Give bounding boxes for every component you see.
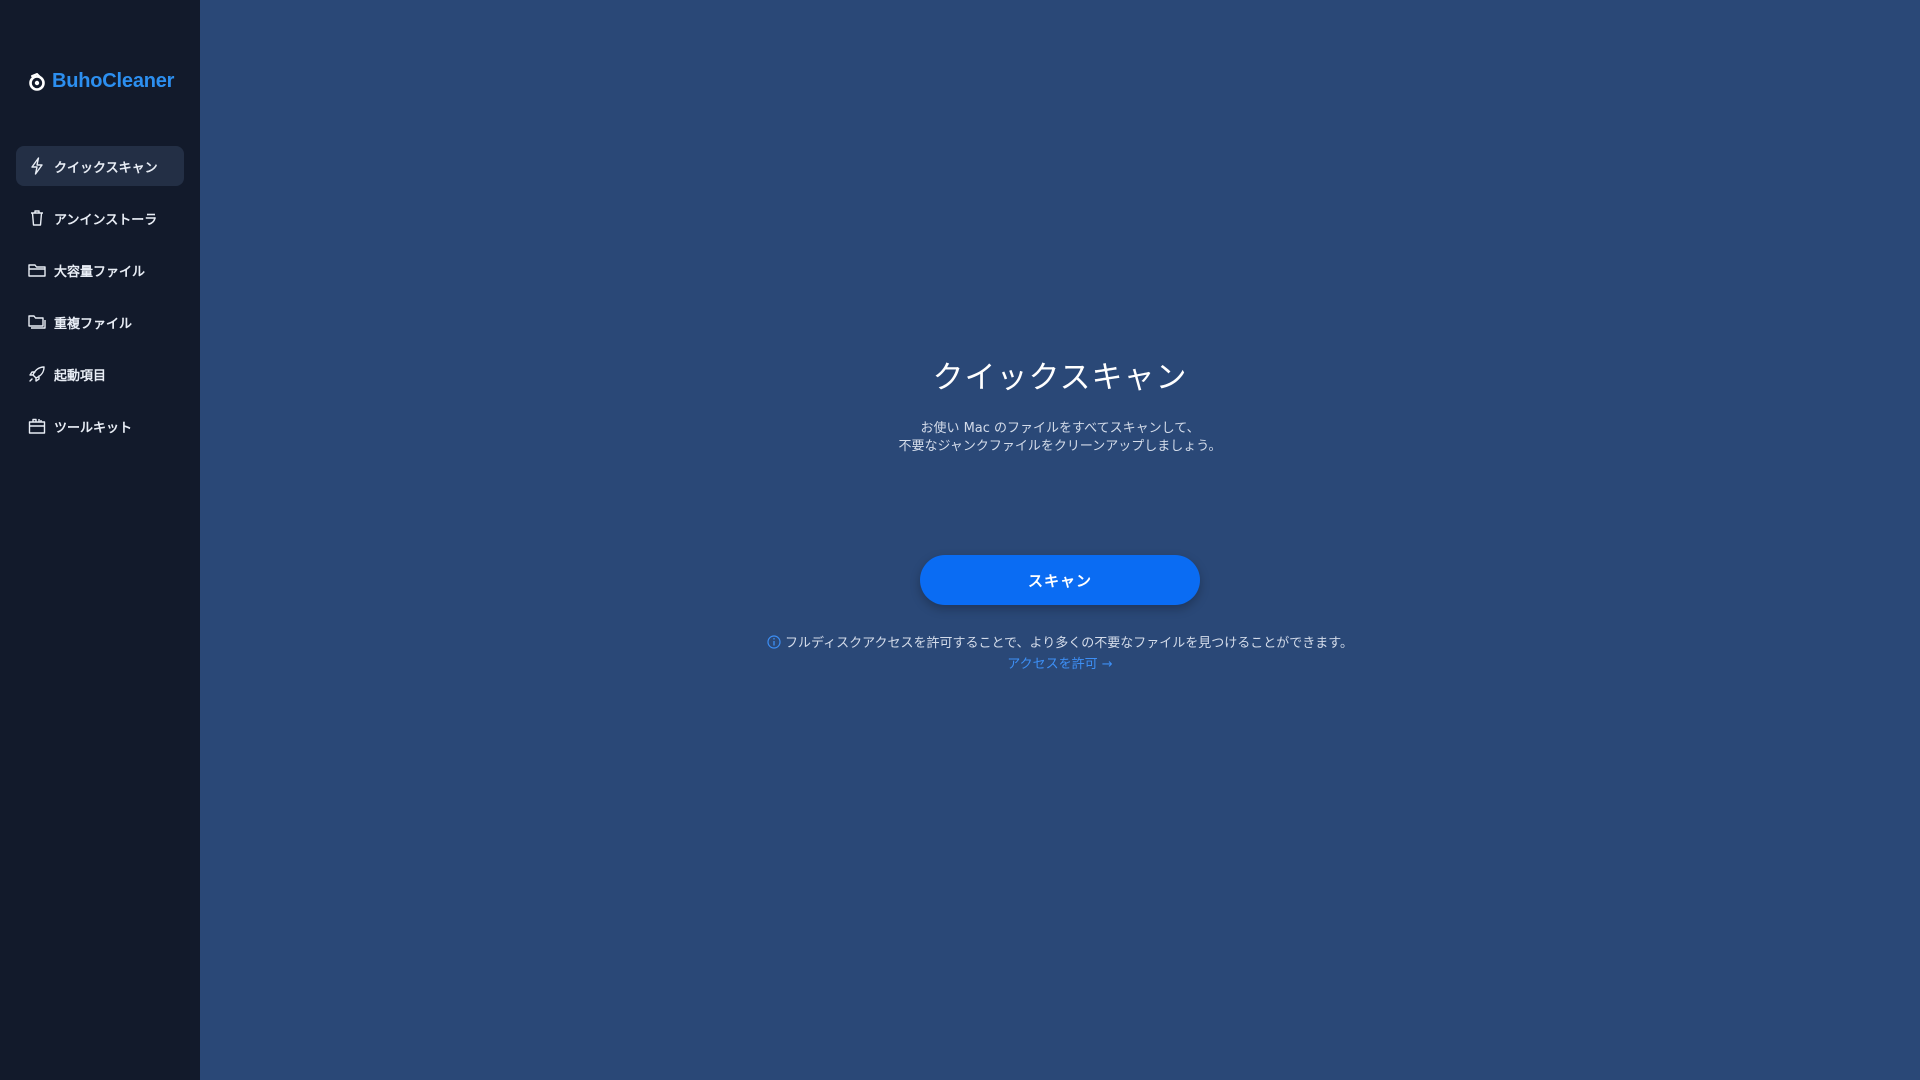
sidebar-item-toolkit[interactable]: ツールキット [16, 406, 184, 446]
rocket-icon [28, 365, 46, 383]
trash-icon [28, 209, 46, 227]
sidebar-item-label: ツールキット [54, 420, 133, 436]
sidebar-item-label: 大容量ファイル [54, 264, 146, 280]
toolkit-icon [28, 417, 46, 435]
sidebar-item-duplicate-files[interactable]: 重複ファイル [16, 302, 184, 342]
sidebar-item-large-files[interactable]: 大容量ファイル [16, 250, 184, 290]
description-line-1: お使い Mac のファイルをすべてスキャンして、 [920, 421, 1200, 436]
app-logo: BuhoCleaner [28, 70, 174, 93]
info-text: フルディスクアクセスを許可することで、より多くの不要なファイルを見つけることがで… [785, 636, 1353, 651]
lightning-icon [28, 157, 46, 175]
scan-button[interactable]: スキャン [920, 555, 1200, 605]
grant-access-link[interactable]: アクセスを許可 → [200, 653, 1920, 672]
sidebar-item-quick-scan[interactable]: クイックスキャン [16, 146, 184, 186]
folder-icon [28, 261, 46, 279]
app-name: BuhoCleaner [52, 70, 175, 92]
description-line-2: 不要なジャンクファイルをクリーンアップしましょう。 [898, 439, 1222, 454]
page-title: クイックスキャン [932, 360, 1188, 396]
sidebar: BuhoCleaner クイックスキャン アンインストーラ 大容量ファイル 重複… [0, 0, 200, 1080]
app-window: BuhoCleaner クイックスキャン アンインストーラ 大容量ファイル 重複… [0, 0, 1920, 1080]
sidebar-nav: クイックスキャン アンインストーラ 大容量ファイル 重複ファイル 起動項目 ツー… [16, 146, 184, 458]
page-description: お使い Mac のファイルをすべてスキャンして、 不要なジャンクファイルをクリー… [200, 420, 1920, 456]
full-disk-access-info: フルディスクアクセスを許可することで、より多くの不要なファイルを見つけることがで… [200, 632, 1920, 651]
sidebar-item-uninstaller[interactable]: アンインストーラ [16, 198, 184, 238]
info-icon [767, 634, 781, 649]
sidebar-item-label: アンインストーラ [54, 212, 158, 228]
sidebar-item-label: クイックスキャン [54, 160, 158, 176]
sidebar-item-startup-items[interactable]: 起動項目 [16, 354, 184, 394]
sidebar-item-label: 起動項目 [54, 368, 107, 384]
buho-logo-icon [28, 72, 46, 91]
sidebar-item-label: 重複ファイル [54, 316, 133, 332]
duplicate-folder-icon [28, 313, 46, 331]
main-content: クイックスキャン お使い Mac のファイルをすべてスキャンして、 不要なジャン… [200, 0, 1920, 1080]
